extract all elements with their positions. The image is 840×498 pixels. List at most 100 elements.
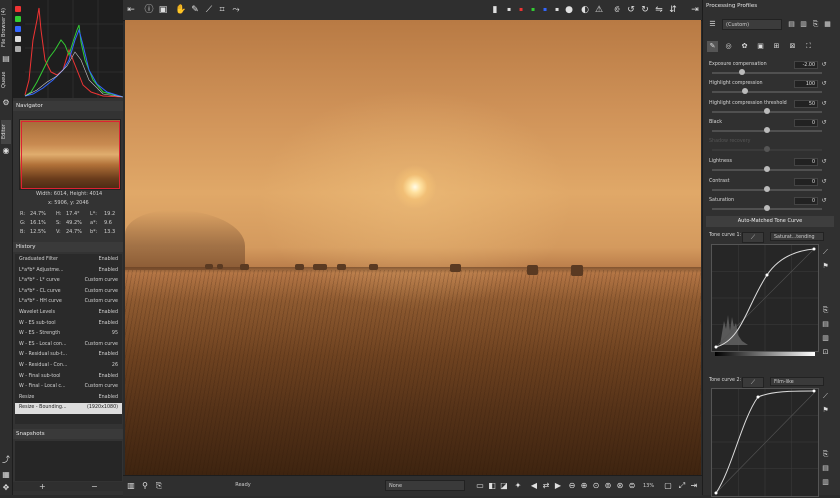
soft-proof-icon[interactable]: ◪ [499, 481, 509, 491]
zoom-in-icon[interactable]: ⊕ [579, 481, 589, 491]
slider-value-input[interactable]: 0 [794, 158, 818, 166]
curve-copy-icon[interactable]: ⎘ [821, 306, 830, 315]
red-channel-toggle[interactable] [15, 6, 21, 12]
curve-tool-icon[interactable]: ⤴ [1, 455, 11, 465]
slider-handle[interactable] [764, 205, 770, 211]
tone-curve-1-editor[interactable] [711, 244, 819, 352]
reset-icon[interactable]: ↺ [820, 119, 828, 127]
slider-value-input[interactable]: 0 [794, 197, 818, 205]
tab-exposure[interactable]: ✎ [707, 41, 718, 52]
navigator-thumbnail[interactable] [19, 119, 121, 190]
tab-raw[interactable]: ⊠ [787, 41, 798, 52]
tab-editor[interactable]: Editor [1, 120, 11, 144]
preview-mode-icon[interactable]: ▭ [475, 481, 485, 491]
sharpen-preview-icon[interactable]: ✦ [513, 481, 523, 491]
gamut-icon[interactable]: ⟃ [611, 4, 623, 16]
tab-detail[interactable]: ◎ [723, 41, 734, 52]
exposure-indicator-icon[interactable]: ● [563, 4, 575, 16]
flip-vertical-icon[interactable]: ⇵ [667, 4, 679, 16]
history-row[interactable]: Resize - Bounding... (1920x1080) [15, 403, 122, 414]
history-row[interactable]: W - Residual sub-t... Enabled [15, 350, 122, 361]
output-profile-select[interactable]: None [385, 480, 465, 491]
slider-handle[interactable] [764, 127, 770, 133]
slider-handle[interactable] [764, 146, 770, 152]
slider-value-input[interactable]: 50 [794, 100, 818, 108]
green-channel-toggle[interactable] [15, 16, 21, 22]
curve-2-save-icon[interactable]: ▥ [821, 478, 830, 487]
history-row[interactable]: L*a*b* - L* curve Custom curve [15, 276, 122, 287]
previous-image-icon[interactable]: ◀ [529, 481, 539, 491]
snapshots-header[interactable]: Snapshots [13, 429, 123, 439]
slider-track[interactable] [712, 108, 822, 114]
tone-curve-2-editor[interactable] [711, 388, 819, 497]
shadow-warning-icon[interactable]: ◐ [579, 4, 591, 16]
tone-curve-1-mode-select[interactable]: Saturat...tending [770, 232, 824, 241]
navigator-viewport-frame[interactable] [21, 121, 120, 189]
tab-file-browser[interactable]: File Browser (4) [1, 4, 11, 52]
slider-handle[interactable] [738, 69, 745, 75]
history-row[interactable]: W - Final - Local c... Custom curve [15, 382, 122, 393]
slider-track[interactable] [712, 88, 822, 94]
slider-value-input[interactable]: 100 [794, 80, 818, 88]
curve-paste-icon[interactable]: ▤ [821, 320, 830, 329]
zoom-100-icon[interactable]: ⊙ [591, 481, 601, 491]
reset-icon[interactable]: ↺ [820, 178, 828, 186]
fullscreen-icon[interactable]: ⤢ [677, 481, 687, 491]
history-header[interactable]: History [13, 242, 123, 252]
before-after-icon[interactable]: ▣ [157, 4, 169, 16]
tab-metadata[interactable]: ⛶ [803, 41, 814, 52]
grid-icon[interactable]: ▦ [1, 470, 11, 480]
next-image-icon[interactable]: ▶ [553, 481, 563, 491]
reset-icon[interactable]: ↺ [820, 158, 828, 166]
new-detail-window-icon[interactable]: ▢ [663, 481, 673, 491]
tab-queue[interactable]: Queue [1, 68, 11, 92]
queue-add-icon[interactable]: ⚲ [140, 481, 150, 491]
history-row[interactable]: L*a*b* - HH curve Custom curve [15, 297, 122, 308]
navigator-header[interactable]: Navigator [13, 101, 123, 111]
rotate-right-icon[interactable]: ↻ [639, 4, 651, 16]
external-editor-icon[interactable]: ⎘ [154, 481, 164, 491]
zoom-fit-icon[interactable]: ⊚ [603, 481, 613, 491]
spot-removal-icon[interactable]: ⤳ [230, 4, 242, 16]
profile-select[interactable]: (Custom) [722, 19, 782, 30]
history-row[interactable]: W - ES - Strength 95 [15, 329, 122, 340]
panel-toggle-icon[interactable]: ⇥ [689, 481, 699, 491]
focus-mask-icon[interactable]: ▮ [489, 4, 501, 16]
luminance-toggle[interactable] [15, 36, 21, 42]
zoom-custom-icon[interactable]: ⊜ [627, 481, 637, 491]
history-row[interactable]: L*a*b* Adjustme... Enabled [15, 266, 122, 277]
gamut-check-icon[interactable]: ◧ [487, 481, 497, 491]
hide-right-panel-icon[interactable]: ⇥ [689, 4, 701, 16]
reset-icon[interactable]: ↺ [820, 100, 828, 108]
chroma-toggle[interactable] [15, 46, 21, 52]
remove-snapshot-button[interactable]: − [91, 482, 98, 491]
rotate-left-icon[interactable]: ↺ [625, 4, 637, 16]
slider-value-input[interactable]: 0 [794, 119, 818, 127]
channel-r-icon[interactable]: ▪ [503, 4, 515, 16]
slider-track[interactable] [712, 186, 822, 192]
history-row[interactable]: Graduated Filter Enabled [15, 255, 122, 266]
sync-icon[interactable]: ⇄ [541, 481, 551, 491]
reset-icon[interactable]: ↺ [820, 61, 828, 69]
curve-picker-icon[interactable]: ⟋ [821, 248, 830, 257]
zoom-out-icon[interactable]: ⊖ [567, 481, 577, 491]
history-row[interactable]: Resize Enabled [15, 393, 122, 404]
copy-profile-icon[interactable]: ⎘ [811, 20, 820, 29]
tone-curve-2-mode-select[interactable]: Film-like [770, 377, 824, 386]
channel-luminance-icon[interactable]: ▪ [551, 4, 563, 16]
zoom-fit-crop-icon[interactable]: ⊛ [615, 481, 625, 491]
channel-red-icon[interactable]: ▪ [515, 4, 527, 16]
curve-flag-icon[interactable]: ⚑ [821, 262, 830, 271]
reset-icon[interactable]: ↺ [820, 80, 828, 88]
slider-track[interactable] [712, 146, 822, 152]
crop-icon[interactable]: ⌗ [216, 4, 228, 16]
slider-track[interactable] [712, 127, 822, 133]
channel-green-icon[interactable]: ▪ [527, 4, 539, 16]
save-profile-icon[interactable]: ▥ [799, 20, 808, 29]
hide-left-panel-icon[interactable]: ⇤ [125, 4, 137, 16]
straighten-icon[interactable]: ⟋ [203, 4, 215, 16]
slider-track[interactable] [712, 205, 822, 211]
slider-handle[interactable] [764, 108, 770, 114]
image-preview[interactable] [125, 20, 701, 475]
curve-2-picker-icon[interactable]: ⟋ [821, 392, 830, 401]
